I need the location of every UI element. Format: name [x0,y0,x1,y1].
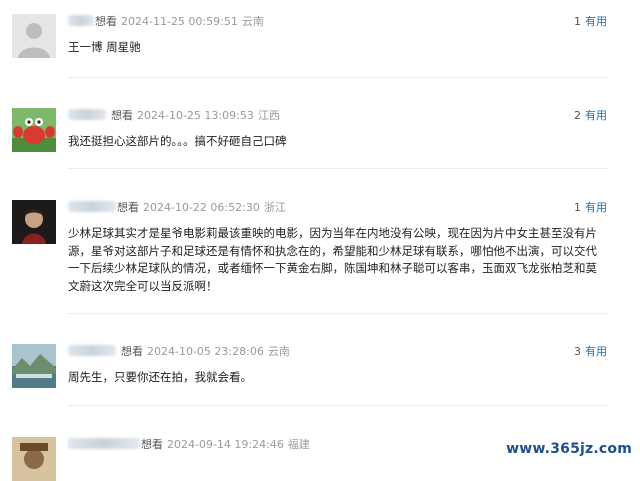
comment-meta: 想看 2024-10-22 06:52:30 浙江 [68,200,286,216]
watch-status: 想看 [141,438,163,451]
comment-meta: 想看 2024-09-14 19:24:46 福建 [68,437,310,453]
useful-button[interactable]: 有用 [585,109,607,122]
blurred-username[interactable] [68,345,116,356]
avatar[interactable] [12,344,56,388]
comment-region: 云南 [267,345,290,358]
watch-status: 想看 [95,15,117,28]
useful-count: 2 [574,109,581,122]
useful-vote[interactable]: 1 有用 [574,14,607,30]
comment-meta: 想看 2024-10-25 13:09:53 江西 [68,108,280,124]
watch-status: 想看 [111,109,133,122]
comment-region: 云南 [241,15,264,28]
comment-region: 江西 [257,109,280,122]
useful-button[interactable]: 有用 [585,201,607,214]
watch-status: 想看 [117,201,139,214]
comment-text: 我还挺担心这部片的。。。搞不好砸自己口碑 [68,134,287,148]
comment-time: 2024-10-22 06:52:30 [143,201,260,214]
comment-time: 2024-11-25 00:59:51 [121,15,238,28]
person-photo-avatar-icon [12,200,56,244]
blurred-username[interactable] [68,15,94,26]
landscape-avatar-icon [12,344,56,388]
person-photo-avatar-icon [12,437,56,481]
blurred-username[interactable] [68,109,106,120]
comment-time: 2024-09-14 19:24:46 [167,438,284,451]
avatar[interactable] [12,14,56,58]
comment-region: 浙江 [263,201,286,214]
divider [68,168,608,169]
avatar[interactable] [12,108,56,152]
site-watermark: www.365jz.com [506,441,632,457]
divider [68,77,608,78]
comment-text: 王一博 周星驰 [68,40,141,54]
divider [68,313,608,314]
useful-count: 1 [574,15,581,28]
comment-region: 福建 [287,438,310,451]
crab-cartoon-avatar-icon [12,108,56,152]
comment-time: 2024-10-25 13:09:53 [137,109,254,122]
useful-button[interactable]: 有用 [585,345,607,358]
useful-count: 1 [574,201,581,214]
default-avatar-icon [12,14,56,58]
useful-count: 3 [574,345,581,358]
comment-meta: 想看 2024-11-25 00:59:51 云南 [68,14,264,30]
comment-time: 2024-10-05 23:28:06 [147,345,264,358]
useful-vote[interactable]: 3 有用 [574,344,607,360]
useful-button[interactable]: 有用 [585,15,607,28]
avatar[interactable] [12,437,56,481]
useful-vote[interactable]: 1 有用 [574,200,607,216]
comment-meta: 想看 2024-10-05 23:28:06 云南 [68,344,290,360]
blurred-username[interactable] [68,438,140,449]
avatar[interactable] [12,200,56,244]
useful-vote[interactable]: 2 有用 [574,108,607,124]
comment-text: 周先生，只要你还在拍，我就会看。 [68,370,252,384]
blurred-username[interactable] [68,201,116,212]
comment-text: 少林足球其实才是星爷电影莉最该重映的电影，因为当年在内地没有公映，现在因为片中女… [68,226,597,293]
divider [68,405,608,406]
watch-status: 想看 [121,345,143,358]
